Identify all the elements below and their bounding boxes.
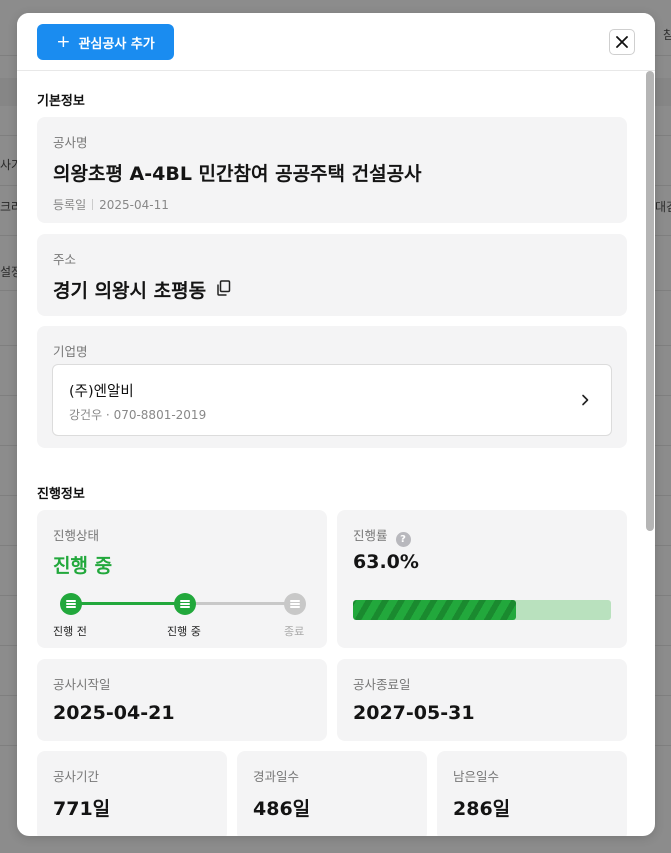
project-name-card: 공사명 의왕초평 A-4BL 민간참여 공공주택 건설공사 등록일 2025-04… [37,117,627,223]
chevron-right-icon [582,394,589,406]
project-name-label: 공사명 [53,135,88,150]
remaining-card: 남은일수 286일 [437,751,627,836]
step-label-end: 종료 [284,625,305,638]
project-name: 의왕초평 A-4BL 민간참여 공공주택 건설공사 [53,163,422,185]
end-date-label: 공사종료일 [353,677,411,692]
address-value: 경기 의왕시 초평동 [53,280,207,302]
step-icon-before [60,593,82,615]
modal-body: 기본정보 공사명 의왕초평 A-4BL 민간참여 공공주택 건설공사 등록일 20… [17,71,655,836]
step-icon-end [284,593,306,615]
duration-card: 공사기간 771일 [37,751,227,836]
company-label: 기업명 [53,344,88,359]
company-card: 기업명 (주)엔알비 강건우 · 070-8801-2019 [37,326,627,448]
remaining-value: 286일 [453,798,511,820]
progress-bar [353,600,611,620]
help-icon[interactable]: ? [395,532,411,547]
progress-info-title: 진행정보 [37,487,85,502]
rate-label: 진행률 [353,528,388,543]
rate-label-row: 진행률? [353,525,411,547]
add-interest-project-button[interactable]: + 관심공사 추가 [37,24,174,60]
step-label-current: 진행 중 [167,625,201,638]
elapsed-label: 경과일수 [253,769,300,784]
start-date-label: 공사시작일 [53,677,111,692]
close-button[interactable] [609,29,635,55]
duration-value: 771일 [53,798,111,820]
company-name: (주)엔알비 [69,384,134,400]
bg-fragment: 대검 [655,200,671,214]
plus-icon: + [56,31,71,52]
modal-scrollbar[interactable] [646,71,654,531]
elapsed-card: 경과일수 486일 [237,751,427,836]
registered-meta: 등록일 2025-04-11 [53,196,169,213]
modal-header: + 관심공사 추가 [17,13,655,71]
rate-card: 진행률? 63.0% [337,510,627,648]
step-icon-current [174,593,196,615]
start-date-card: 공사시작일 2025-04-21 [37,659,327,741]
status-card: 진행상태 진행 중 진행 전 진행 중 종료 [37,510,327,648]
remaining-label: 남은일수 [453,769,500,784]
duration-label: 공사기간 [53,769,100,784]
end-date-value: 2027-05-31 [353,702,475,724]
address-label: 주소 [53,252,77,267]
basic-info-title: 기본정보 [37,94,85,109]
add-button-label: 관심공사 추가 [78,36,155,52]
elapsed-value: 486일 [253,798,311,820]
step-label-before: 진행 전 [53,625,87,638]
company-contact: 강건우 · 070-8801-2019 [69,408,207,422]
status-value: 진행 중 [53,555,113,577]
rate-value: 63.0% [353,551,419,573]
end-date-card: 공사종료일 2027-05-31 [337,659,627,741]
bg-fragment: 참 [663,28,671,42]
copy-icon[interactable] [216,279,231,300]
address-card: 주소 경기 의왕시 초평동 [37,234,627,316]
step-line-pending [185,602,295,605]
project-detail-modal: + 관심공사 추가 기본정보 공사명 의왕초평 A-4BL 민간참여 공공주택 … [17,13,655,836]
step-line-done [71,602,185,605]
registered-label: 등록일 [53,198,87,212]
start-date-value: 2025-04-21 [53,702,175,724]
company-link[interactable]: (주)엔알비 강건우 · 070-8801-2019 [52,364,612,436]
status-label: 진행상태 [53,528,100,543]
address-row: 경기 의왕시 초평동 [53,276,231,303]
registered-date: 2025-04-11 [99,198,169,212]
progress-bar-fill [353,600,516,620]
close-icon [616,36,628,48]
